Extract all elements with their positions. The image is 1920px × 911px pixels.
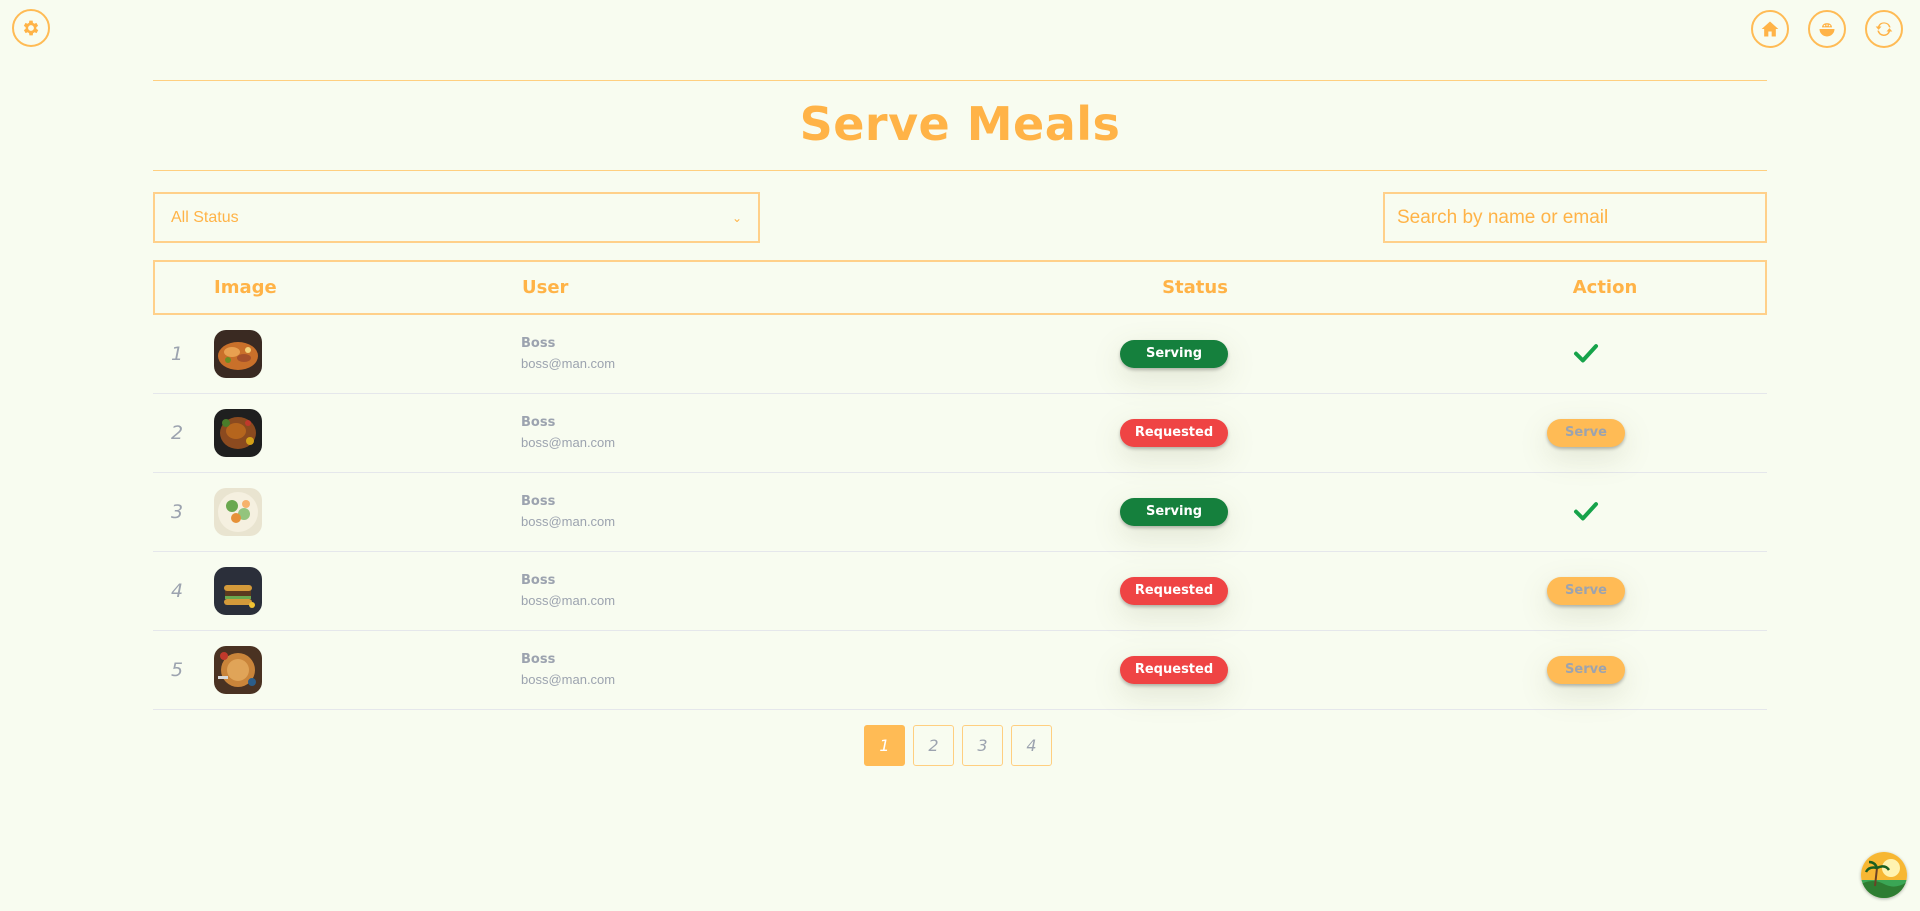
home-icon: [1761, 21, 1779, 37]
status-filter-select[interactable]: All Status ⌄: [153, 192, 760, 243]
settings-button[interactable]: [12, 9, 50, 47]
status-badge: Serving: [1120, 340, 1228, 368]
user-name: Boss: [521, 494, 556, 509]
title-divider-bottom: [153, 170, 1767, 171]
row-number: 5: [171, 659, 184, 681]
column-header-user: User: [522, 277, 569, 298]
gear-icon: [23, 20, 39, 36]
row-number: 3: [171, 501, 184, 523]
user-email: boss@man.com: [521, 435, 616, 450]
page-button-1[interactable]: 1: [864, 725, 905, 766]
meal-image: [214, 488, 262, 536]
refresh-icon: [1875, 22, 1893, 36]
title-divider-top: [153, 80, 1767, 81]
user-name: Boss: [521, 336, 556, 351]
status-badge: Requested: [1120, 656, 1228, 684]
meal-image: [214, 330, 262, 378]
refresh-button[interactable]: [1865, 10, 1903, 48]
table-row: 1 Boss boss@man.com Serving: [153, 315, 1767, 394]
home-button[interactable]: [1751, 10, 1789, 48]
meal-image: [214, 646, 262, 694]
column-header-status: Status: [1162, 277, 1228, 298]
avatar[interactable]: [1861, 852, 1907, 898]
table-row: 3 Boss boss@man.com Serving: [153, 473, 1767, 552]
page-title: Serve Meals: [799, 97, 1121, 151]
meals-table: Image User Status Action 1 Boss boss@man…: [153, 260, 1767, 710]
serve-button[interactable]: Serve: [1547, 577, 1625, 605]
user-name: Boss: [521, 415, 556, 430]
search-input[interactable]: [1383, 192, 1767, 243]
status-filter-value: All Status: [171, 208, 239, 226]
row-number: 4: [171, 580, 184, 602]
table-row: 4 Boss boss@man.com Requested Serve: [153, 552, 1767, 631]
check-icon: [1571, 496, 1601, 526]
pagination: 1 2 3 4: [864, 725, 1052, 766]
user-name: Boss: [521, 652, 556, 667]
user-name: Boss: [521, 573, 556, 588]
meals-button[interactable]: [1808, 10, 1846, 48]
page-button-4[interactable]: 4: [1011, 725, 1052, 766]
table-row: 2 Boss boss@man.com Requested Serve: [153, 394, 1767, 473]
check-icon: [1571, 338, 1601, 368]
row-number: 2: [171, 422, 184, 444]
page-button-2[interactable]: 2: [913, 725, 954, 766]
meal-image: [214, 567, 262, 615]
chevron-down-icon: ⌄: [731, 210, 742, 225]
serve-button[interactable]: Serve: [1547, 419, 1625, 447]
table-row: 5 Boss boss@man.com Requested Serve: [153, 631, 1767, 710]
status-badge: Serving: [1120, 498, 1228, 526]
row-number: 1: [171, 343, 184, 365]
meal-bowl-icon: [1819, 23, 1835, 37]
user-email: boss@man.com: [521, 356, 616, 371]
user-email: boss@man.com: [521, 514, 616, 529]
page-button-3[interactable]: 3: [962, 725, 1003, 766]
table-header: Image User Status Action: [153, 260, 1767, 315]
user-email: boss@man.com: [521, 672, 616, 687]
serve-button[interactable]: Serve: [1547, 656, 1625, 684]
meal-image: [214, 409, 262, 457]
status-badge: Requested: [1120, 577, 1228, 605]
user-email: boss@man.com: [521, 593, 616, 608]
column-header-image: Image: [214, 277, 277, 298]
column-header-action: Action: [1572, 277, 1638, 298]
status-badge: Requested: [1120, 419, 1228, 447]
